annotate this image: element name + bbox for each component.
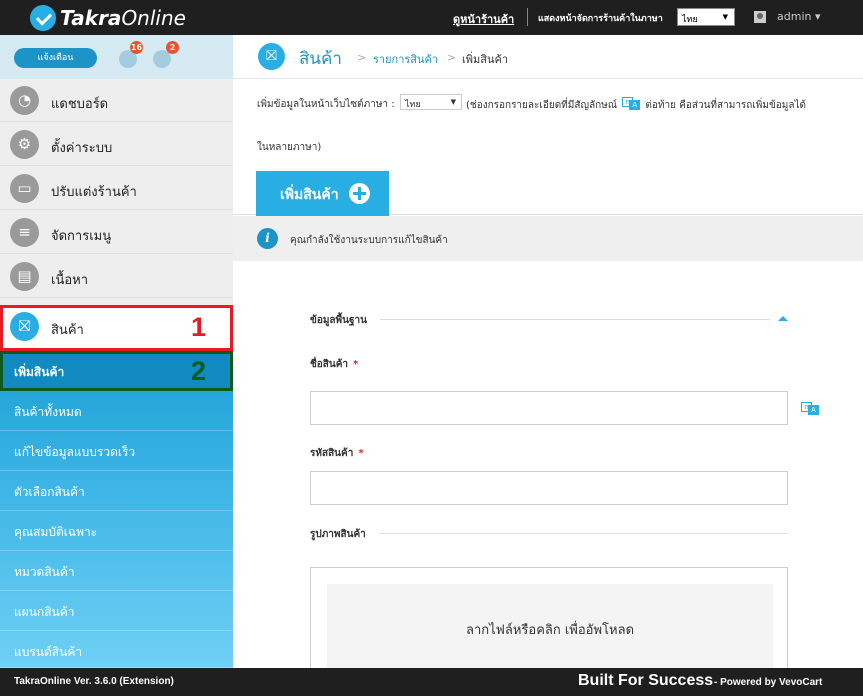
- powered-by: - Powered by VevoCart: [714, 677, 823, 688]
- annotation-marker-2: 2: [191, 356, 207, 386]
- multilanguage-note-text: (ช่องกรอกรายละเอียดที่มีสัญลักษณ์: [466, 100, 618, 111]
- multilanguage-note-line2: ในหลายภาษา): [257, 142, 322, 153]
- view-store-link[interactable]: ดูหน้าร้านค้า: [453, 10, 514, 28]
- submenu-product-options[interactable]: ตัวเลือกสินค้า: [0, 471, 233, 511]
- top-bar: TakraOnline ดูหน้าร้านค้า แสดงหน้าจัดการ…: [0, 0, 863, 35]
- logo[interactable]: TakraOnline: [30, 5, 186, 31]
- monitor-icon: ▭: [10, 174, 39, 203]
- annotation-marker-1: 1: [191, 312, 207, 342]
- top-divider: [527, 8, 528, 26]
- submenu-label: เพิ่มสินค้า: [14, 365, 65, 379]
- sidebar-item-label: แดชบอร์ด: [51, 97, 109, 112]
- sidebar-item-label: ตั้งค่าระบบ: [51, 141, 113, 156]
- document-icon: ▤: [10, 262, 39, 291]
- breadcrumb-current: เพิ่มสินค้า: [462, 53, 509, 66]
- dashboard-icon: ◔: [10, 86, 39, 115]
- menu-icon: ≡: [10, 218, 39, 247]
- logo-check-icon: [30, 5, 56, 31]
- gift-icon: ⛝: [258, 43, 285, 70]
- page-header: ⛝ สินค้า > รายการสินค้า > เพิ่มสินค้า: [233, 35, 863, 79]
- user-icon: [754, 11, 766, 23]
- section-basic-info-title: ข้อมูลพื้นฐาน: [310, 315, 367, 326]
- plus-circle-icon: [349, 183, 370, 204]
- breadcrumb-separator: >: [357, 51, 367, 64]
- customer-count-badge: 2: [166, 41, 179, 54]
- collapse-arrow-icon[interactable]: [778, 316, 788, 321]
- breadcrumb-separator: >: [447, 51, 457, 64]
- submenu-label: สินค้าทั้งหมด: [14, 405, 82, 419]
- sidebar: แจ้งเตือน 16 2 ◔ แดชบอร์ด ⚙ ตั้งค่าระบบ …: [0, 35, 233, 668]
- section-divider: [379, 533, 788, 534]
- admin-language-label: แสดงหน้าจัดการร้านค้าในภาษา: [538, 14, 663, 24]
- admin-language-select[interactable]: ไทย ▼: [677, 8, 735, 26]
- info-text: คุณกำลังใช้งานระบบการแก้ไขสินค้า: [290, 235, 448, 246]
- multilanguage-note: (ช่องกรอกรายละเอียดที่มีสัญลักษณ์ nA ต่อ…: [466, 97, 806, 113]
- sidebar-item-menus[interactable]: ≡ จัดการเมนู: [0, 211, 233, 254]
- tab-add-product-label: เพิ่มสินค้า: [280, 187, 339, 203]
- sidebar-item-customize-store[interactable]: ▭ ปรับแต่งร้านค้า: [0, 167, 233, 210]
- sidebar-item-content[interactable]: ▤ เนื้อหา: [0, 255, 233, 298]
- product-name-input[interactable]: [310, 391, 788, 425]
- user-name: admin: [777, 10, 812, 23]
- upload-hint: ลากไฟล์หรือคลิก เพื่ออัพโหลด: [465, 623, 635, 638]
- sidebar-item-label: ปรับแต่งร้านค้า: [51, 185, 137, 200]
- sidebar-item-label: เนื้อหา: [51, 273, 89, 288]
- gears-icon: ⚙: [10, 130, 39, 159]
- info-bar: i คุณกำลังใช้งานระบบการแก้ไขสินค้า: [233, 216, 863, 261]
- footer-tagline: Built For Success: [578, 672, 714, 689]
- admin-language-value: ไทย: [682, 15, 698, 25]
- submenu-departments[interactable]: แผนกสินค้า: [0, 591, 233, 631]
- submenu-add-product[interactable]: เพิ่มสินค้า 2: [0, 351, 233, 391]
- submenu-label: แก้ไขข้อมูลแบบรวดเร็ว: [14, 445, 136, 459]
- sidebar-item-label: สินค้า: [51, 323, 84, 338]
- translate-icon: nA: [622, 97, 641, 110]
- tab-add-product[interactable]: เพิ่มสินค้า: [256, 171, 389, 216]
- content-language-select[interactable]: ไทย ▼: [400, 94, 462, 110]
- sidebar-notification-bar: แจ้งเตือน 16 2: [0, 35, 233, 79]
- product-code-input[interactable]: [310, 471, 788, 505]
- submenu-brands[interactable]: แบรนด์สินค้า: [0, 631, 233, 668]
- user-menu[interactable]: admin ▾: [777, 10, 821, 23]
- select-arrow-icon: ▼: [722, 13, 728, 21]
- submenu-label: แผนกสินค้า: [14, 605, 75, 619]
- submenu-label: ตัวเลือกสินค้า: [14, 485, 85, 499]
- sidebar-item-products[interactable]: ⛝ สินค้า 1: [0, 305, 233, 351]
- breadcrumb-product-list[interactable]: รายการสินค้า: [373, 50, 438, 68]
- logo-text-bold: Takra: [60, 6, 122, 30]
- product-code-label: รหัสสินค้า *: [310, 448, 364, 459]
- section-images-title: รูปภาพสินค้า: [310, 529, 366, 540]
- submenu-label: หมวดสินค้า: [14, 565, 75, 579]
- submenu-attributes[interactable]: คุณสมบัติเฉพาะ: [0, 511, 233, 551]
- required-mark: *: [358, 448, 364, 459]
- submenu-label: แบรนด์สินค้า: [14, 645, 83, 659]
- logo-text-light: Online: [121, 6, 186, 30]
- chevron-down-icon: ▾: [814, 10, 821, 23]
- image-dropzone[interactable]: ลากไฟล์หรือคลิก เพื่ออัพโหลด: [327, 584, 773, 669]
- submenu-categories[interactable]: หมวดสินค้า: [0, 551, 233, 591]
- image-upload-box: ลากไฟล์หรือคลิก เพื่ออัพโหลด: [310, 567, 788, 669]
- notification-button[interactable]: แจ้งเตือน: [14, 48, 97, 68]
- main-content: ⛝ สินค้า > รายการสินค้า > เพิ่มสินค้า เพ…: [233, 35, 863, 669]
- footer: TakraOnline Ver. 3.6.0 (Extension) Built…: [0, 668, 863, 696]
- product-name-label: ชื่อสินค้า *: [310, 359, 359, 370]
- translate-icon[interactable]: nA: [801, 402, 819, 415]
- select-arrow-icon: ▼: [450, 98, 456, 106]
- page-title: สินค้า: [299, 49, 342, 69]
- cart-count-badge: 16: [130, 41, 143, 54]
- content-language-label: เพิ่มข้อมูลในหน้าเว็บไซต์ภาษา :: [257, 99, 395, 110]
- sidebar-item-dashboard[interactable]: ◔ แดชบอร์ด: [0, 79, 233, 122]
- submenu-all-products[interactable]: สินค้าทั้งหมด: [0, 391, 233, 431]
- submenu-label: คุณสมบัติเฉพาะ: [14, 525, 98, 539]
- submenu-quick-edit[interactable]: แก้ไขข้อมูลแบบรวดเร็ว: [0, 431, 233, 471]
- sidebar-item-settings[interactable]: ⚙ ตั้งค่าระบบ: [0, 123, 233, 166]
- section-divider: [380, 319, 770, 320]
- content-language-value: ไทย: [405, 100, 421, 110]
- multilanguage-note-tail: ต่อท้าย คือส่วนที่สามารถเพิ่มข้อมูลได้: [645, 100, 807, 111]
- version-text: TakraOnline Ver. 3.6.0 (Extension): [14, 676, 174, 687]
- info-icon: i: [257, 228, 278, 249]
- sidebar-item-label: จัดการเมนู: [51, 229, 112, 244]
- gift-icon: ⛝: [10, 312, 39, 341]
- required-mark: *: [353, 359, 359, 370]
